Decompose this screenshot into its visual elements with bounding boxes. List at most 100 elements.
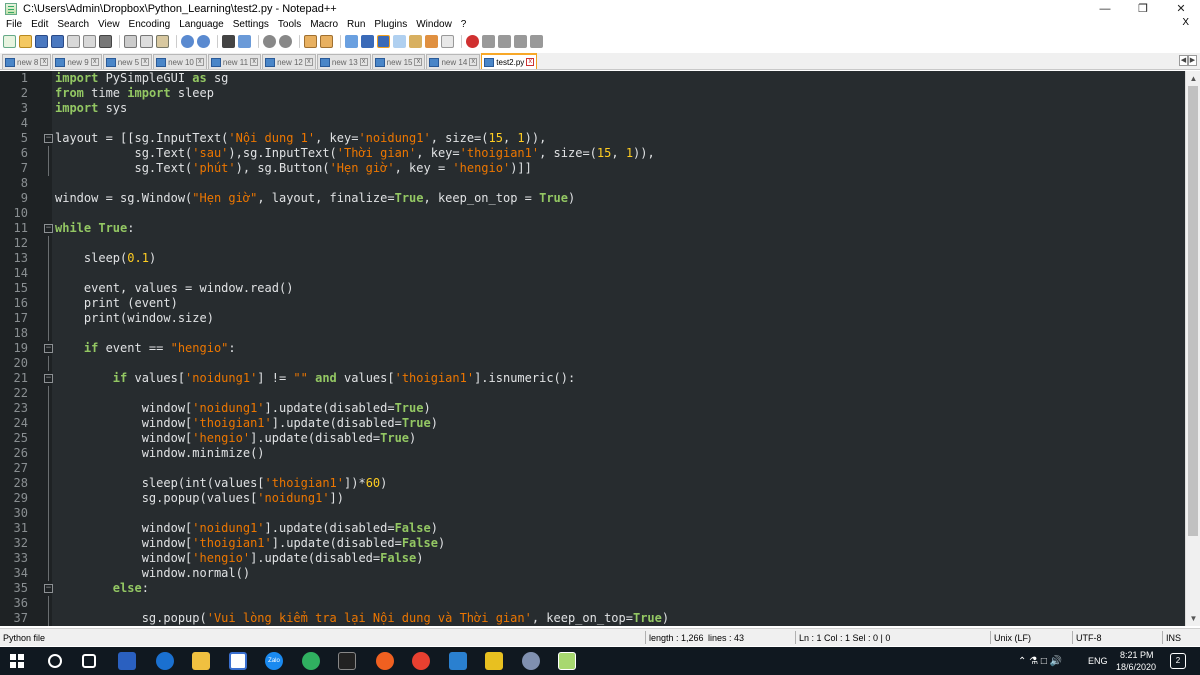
paste-icon[interactable] xyxy=(156,34,169,48)
tab-new-14[interactable]: new 14 x xyxy=(426,54,481,69)
new-file-icon[interactable] xyxy=(3,34,16,48)
menu-encoding[interactable]: Encoding xyxy=(125,19,176,30)
code-line[interactable]: 5− layout = [[sg.InputText('Nội dung 1', … xyxy=(0,131,1185,146)
menu-run[interactable]: Run xyxy=(343,19,370,30)
tab-close-icon[interactable]: x xyxy=(469,58,478,66)
restore-button[interactable]: ❐ xyxy=(1124,0,1162,17)
notepadpp-taskbar-icon[interactable] xyxy=(558,652,576,670)
code-line[interactable]: 29 sg.popup(values['noidung1']) xyxy=(0,491,1185,506)
close-document-button[interactable]: X xyxy=(1178,17,1194,28)
function-list-icon[interactable] xyxy=(409,34,422,48)
code-line[interactable]: 27 xyxy=(0,461,1185,476)
code-line[interactable]: 15 event, values = window.read() xyxy=(0,281,1185,296)
open-file-icon[interactable] xyxy=(19,34,32,48)
code-line[interactable]: 4 xyxy=(0,116,1185,131)
code-line[interactable]: 14 xyxy=(0,266,1185,281)
find-icon[interactable] xyxy=(222,34,235,48)
code-line[interactable]: 22 xyxy=(0,386,1185,401)
menu-file[interactable]: File xyxy=(2,19,27,30)
zoom-out-icon[interactable] xyxy=(279,34,292,48)
tab-new-5[interactable]: new 5x xyxy=(102,54,153,69)
file-explorer-icon[interactable] xyxy=(192,652,210,670)
code-line[interactable]: 19 − if event == "hengio": xyxy=(0,341,1185,356)
zalo-icon[interactable]: Zalo xyxy=(265,652,283,670)
tab-new-10[interactable]: new 10 x xyxy=(153,54,207,69)
run-macro-multiple-icon[interactable] xyxy=(514,34,527,48)
tab-scroll-left-icon[interactable]: ◀ xyxy=(1179,55,1188,66)
menu-view[interactable]: View xyxy=(94,19,125,30)
monitoring-icon[interactable] xyxy=(441,34,454,48)
code-line[interactable]: 11 − while True: xyxy=(0,221,1185,236)
scroll-down-icon[interactable]: ▼ xyxy=(1186,611,1200,626)
save-icon[interactable] xyxy=(35,34,48,48)
cut-icon[interactable] xyxy=(124,34,137,48)
tab-new-13[interactable]: new 13 x xyxy=(316,54,371,69)
sync-horizontal-icon[interactable] xyxy=(320,34,333,48)
chrome-icon[interactable] xyxy=(412,652,430,670)
code-line[interactable]: 2 from time import sleep xyxy=(0,86,1185,101)
tab-test2-py[interactable]: test2.py x xyxy=(481,53,538,69)
search-icon[interactable] xyxy=(48,654,62,668)
menu-search[interactable]: Search xyxy=(53,19,94,30)
code-line[interactable]: 8 xyxy=(0,176,1185,191)
clock-time[interactable]: 8:21 PM xyxy=(1120,650,1154,660)
tab-close-icon[interactable]: x xyxy=(90,58,99,66)
firefox-icon[interactable] xyxy=(376,652,394,670)
copy-icon[interactable] xyxy=(140,34,153,48)
tab-new-12[interactable]: new 12 x xyxy=(262,54,316,69)
notification-center-icon[interactable]: 2 xyxy=(1170,653,1186,669)
code-line[interactable]: 6 sg.Text('sau'),sg.InputText('Thời gian… xyxy=(0,146,1185,161)
fold-toggle-icon[interactable]: − xyxy=(44,584,53,593)
undo-icon[interactable] xyxy=(181,34,194,48)
tab-scroll-right-icon[interactable]: ▶ xyxy=(1188,55,1197,66)
green-app-icon[interactable] xyxy=(302,652,320,670)
python-help-icon[interactable] xyxy=(485,652,503,670)
tab-new-8[interactable]: new 8x xyxy=(2,54,52,69)
tab-close-icon[interactable]: x xyxy=(359,58,368,66)
code-line[interactable]: 16 print (event) xyxy=(0,296,1185,311)
code-line[interactable]: 35 − else: xyxy=(0,581,1185,596)
code-line[interactable]: 9 window = sg.Window("Hẹn giờ", layout, f… xyxy=(0,191,1185,206)
code-editor[interactable]: 1 import PySimpleGUI as sg 2 from time impo… xyxy=(0,71,1200,626)
scrollbar-thumb[interactable] xyxy=(1188,86,1198,536)
code-line[interactable]: 7 sg.Text('phút'), sg.Button('Hẹn giờ', … xyxy=(0,161,1185,176)
tab-new-15[interactable]: new 15 x xyxy=(371,54,426,69)
tab-new-9[interactable]: new 9x xyxy=(52,54,102,69)
vscode-icon[interactable] xyxy=(449,652,467,670)
terminal-icon[interactable] xyxy=(338,652,356,670)
menu-language[interactable]: Language xyxy=(175,19,229,30)
code-line[interactable]: 3 import sys xyxy=(0,101,1185,116)
code-line[interactable]: 36 xyxy=(0,596,1185,611)
close-all-icon[interactable] xyxy=(83,34,96,48)
minimize-button[interactable]: — xyxy=(1086,0,1124,17)
code-line[interactable]: 21− if values['noidung1'] != "" and valu… xyxy=(0,371,1185,386)
code-line[interactable]: 32 window['thoigian1'].update(disabled=F… xyxy=(0,536,1185,551)
desktop-app-icon[interactable] xyxy=(118,652,136,670)
code-line[interactable]: 18 xyxy=(0,326,1185,341)
code-line[interactable]: 13 sleep(0.1) xyxy=(0,251,1185,266)
tray-icons[interactable]: ⌃ ⚗ □ 🔊 xyxy=(1018,656,1062,667)
redo-icon[interactable] xyxy=(197,34,210,48)
menu-plugins[interactable]: Plugins xyxy=(370,19,412,30)
menu-macro[interactable]: Macro xyxy=(306,19,343,30)
close-button[interactable]: ✕ xyxy=(1162,0,1200,17)
edge-browser-icon[interactable] xyxy=(156,652,174,670)
code-line[interactable]: 30 xyxy=(0,506,1185,521)
fold-toggle-icon[interactable]: − xyxy=(44,134,53,143)
print-icon[interactable] xyxy=(99,34,112,48)
code-line[interactable]: 12 xyxy=(0,236,1185,251)
code-line[interactable]: 28 sleep(int(values['thoigian1'])*60) xyxy=(0,476,1185,491)
fold-toggle-icon[interactable]: − xyxy=(44,344,53,353)
code-line[interactable]: 17 print(window.size) xyxy=(0,311,1185,326)
app-icon[interactable] xyxy=(522,652,540,670)
replace-icon[interactable] xyxy=(238,34,251,48)
sync-vertical-icon[interactable] xyxy=(304,34,317,48)
code-line[interactable]: 1 import PySimpleGUI as sg xyxy=(0,71,1185,86)
close-file-icon[interactable] xyxy=(67,34,80,48)
windows-start-icon[interactable] xyxy=(10,654,24,668)
tab-close-icon[interactable]: x xyxy=(195,58,204,66)
task-view-icon[interactable] xyxy=(82,654,96,668)
save-macro-icon[interactable] xyxy=(530,34,543,48)
code-line[interactable]: 23 window['noidung1'].update(disabled=Tr… xyxy=(0,401,1185,416)
menu-help[interactable]: ? xyxy=(457,19,472,30)
